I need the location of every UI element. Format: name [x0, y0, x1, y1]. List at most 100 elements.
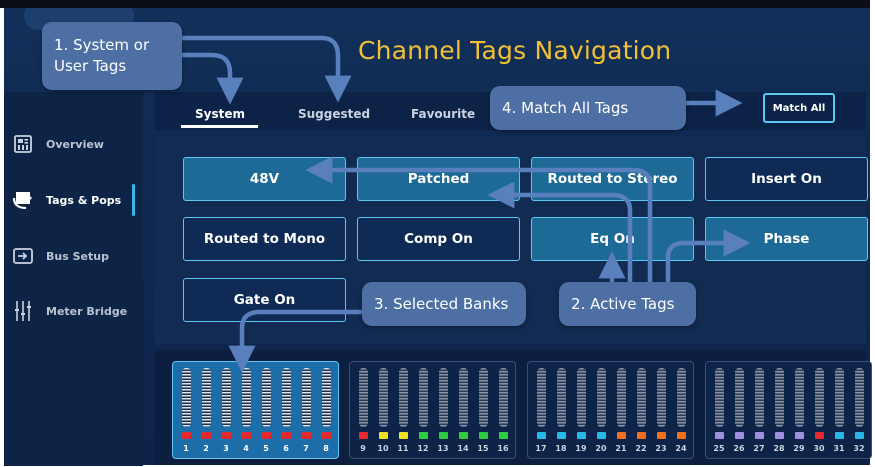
tab-suggested[interactable]: Suggested: [298, 107, 370, 121]
channel-meter: [815, 368, 824, 427]
sidebar-item-overview[interactable]: Overview: [4, 124, 143, 164]
overview-icon: [12, 133, 34, 155]
match-all-button[interactable]: Match All: [763, 93, 835, 123]
channel-number: 30: [813, 444, 825, 453]
tag-routed-to-mono[interactable]: Routed to Mono: [183, 217, 346, 261]
channel-number: 10: [377, 444, 389, 453]
channel-color-chip: [479, 432, 488, 439]
channel-number: 3: [223, 444, 229, 453]
channel-color-chip: [815, 432, 824, 439]
channel-meter: [379, 368, 388, 427]
channel-color-chip: [855, 432, 864, 439]
channel-meter: [657, 368, 666, 427]
channel-color-chip: [399, 432, 408, 439]
channel-number: 21: [615, 444, 627, 453]
channel-color-chip: [359, 432, 368, 439]
tab-system[interactable]: System: [195, 107, 245, 121]
channel-color-chip: [322, 432, 331, 439]
channel-color-chip: [597, 432, 606, 439]
channel-meter: [597, 368, 606, 427]
channel-meter: [419, 368, 428, 427]
channel-bank-1[interactable]: 1 2 3 4 5 6 7 8: [172, 361, 339, 459]
top-bezel: [0, 0, 870, 8]
channel-number: 27: [753, 444, 765, 453]
tag-insert-on[interactable]: Insert On: [705, 157, 868, 201]
channel-meter: [795, 368, 804, 427]
channel-meter: [755, 368, 764, 427]
channel-color-chip: [795, 432, 804, 439]
channel-bank-4[interactable]: 25 26 27 28 29 30 31 32: [705, 361, 872, 459]
channel-color-chip: [499, 432, 508, 439]
screenshot-frame: Channel Tags Navigation Overview Tags & …: [0, 0, 875, 467]
channel-color-chip: [262, 432, 271, 439]
tab-favourite[interactable]: Favourite: [411, 107, 475, 121]
channel-meter: [835, 368, 844, 427]
tag-patched[interactable]: Patched: [357, 157, 520, 201]
sidebar-item-label: Meter Bridge: [46, 304, 128, 318]
channel-color-chip: [202, 432, 211, 439]
callout-selected-banks: 3. Selected Banks: [362, 282, 526, 326]
tag-comp-on[interactable]: Comp On: [357, 217, 520, 261]
channel-meter: [302, 368, 311, 427]
sidebar-item-meter-bridge[interactable]: Meter Bridge: [4, 291, 143, 331]
channel-number: 7: [303, 444, 309, 453]
channel-meter: [322, 368, 331, 427]
channel-meter: [677, 368, 686, 427]
channel-meter: [499, 368, 508, 427]
channel-meter: [775, 368, 784, 427]
channel-bank-2[interactable]: 9 10 11 12 13 14 15 16: [349, 361, 516, 459]
channel-meter: [202, 368, 211, 427]
channel-color-chip: [657, 432, 666, 439]
sidebar-item-label: Overview: [46, 137, 104, 151]
channel-color-chip: [379, 432, 388, 439]
channel-number: 13: [437, 444, 449, 453]
tag-48v[interactable]: 48V: [183, 157, 346, 201]
channel-color-chip: [242, 432, 251, 439]
sidebar-item-bus-setup[interactable]: Bus Setup: [4, 236, 143, 276]
channel-meter: [855, 368, 864, 427]
channel-meter: [459, 368, 468, 427]
channel-number: 20: [595, 444, 607, 453]
channel-number: 19: [575, 444, 587, 453]
channel-color-chip: [775, 432, 784, 439]
channel-color-chip: [835, 432, 844, 439]
channel-color-chip: [715, 432, 724, 439]
callout-text: 2. Active Tags: [571, 295, 675, 313]
tag-phase[interactable]: Phase: [705, 217, 868, 261]
channel-number: 25: [713, 444, 725, 453]
callout-system-user-tags: 1. System or User Tags: [42, 22, 182, 90]
callout-match-all-tags: 4. Match All Tags: [490, 86, 686, 130]
channel-number: 31: [833, 444, 845, 453]
sidebar-item-label: Tags & Pops: [46, 193, 122, 207]
channel-color-chip: [282, 432, 291, 439]
channel-meter: [242, 368, 251, 427]
channel-meter: [577, 368, 586, 427]
tag-icon: [12, 189, 34, 211]
channel-number: 2: [203, 444, 209, 453]
channel-number: 29: [793, 444, 805, 453]
channel-number: 14: [457, 444, 469, 453]
channel-color-chip: [557, 432, 566, 439]
tag-routed-to-stereo[interactable]: Routed to Stereo: [531, 157, 694, 201]
channel-bank-3[interactable]: 17 18 19 20 21 22 23 24: [527, 361, 694, 459]
sidebar-item-tags-pops[interactable]: Tags & Pops: [4, 180, 143, 220]
channel-color-chip: [577, 432, 586, 439]
channel-color-chip: [439, 432, 448, 439]
channel-number: 15: [477, 444, 489, 453]
channel-color-chip: [755, 432, 764, 439]
channel-number: 4: [243, 444, 249, 453]
tag-eq-on[interactable]: Eq On: [531, 217, 694, 261]
channel-color-chip: [222, 432, 231, 439]
active-tab-underline: [181, 125, 258, 128]
channel-color-chip: [735, 432, 744, 439]
channel-meter: [479, 368, 488, 427]
channel-meter: [282, 368, 291, 427]
channel-number: 12: [417, 444, 429, 453]
channel-meter: [537, 368, 546, 427]
active-indicator: [132, 184, 135, 216]
channel-number: 24: [675, 444, 687, 453]
tag-gate-on[interactable]: Gate On: [183, 278, 346, 322]
channel-meter: [359, 368, 368, 427]
channel-number: 16: [497, 444, 509, 453]
channel-number: 11: [397, 444, 409, 453]
